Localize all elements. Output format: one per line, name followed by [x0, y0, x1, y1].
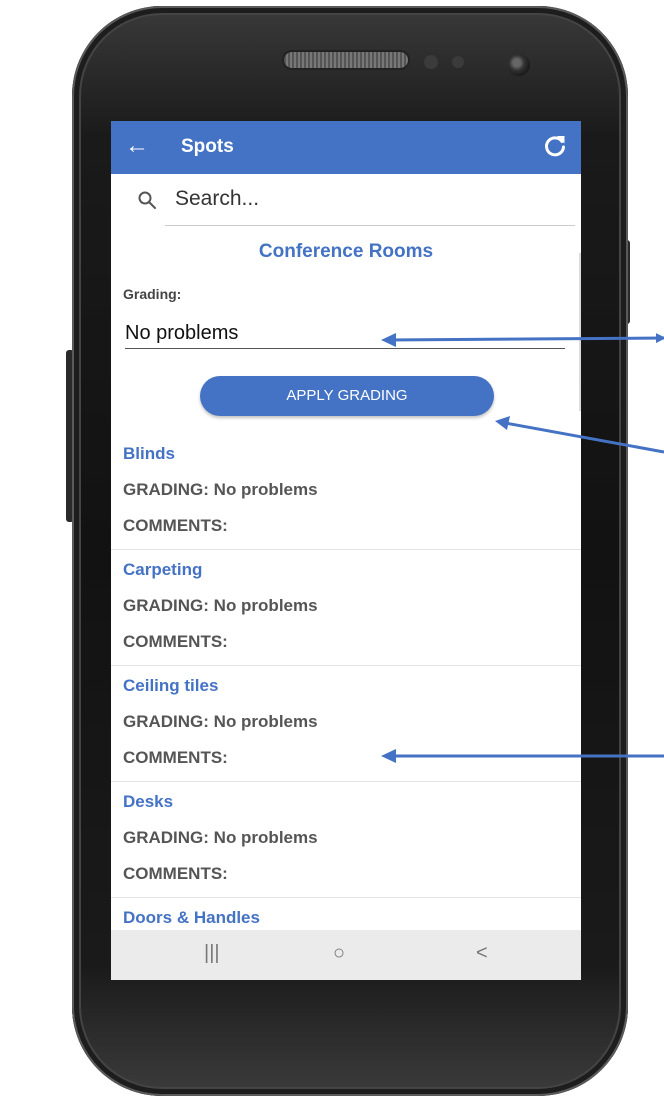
callout-arrow-apply: [499, 420, 664, 454]
arrowhead: [381, 333, 396, 347]
arrowhead: [495, 416, 510, 430]
callout-arrows: [381, 333, 664, 763]
callout-arrow-grading: [385, 333, 664, 344]
arrowhead: [381, 749, 396, 763]
